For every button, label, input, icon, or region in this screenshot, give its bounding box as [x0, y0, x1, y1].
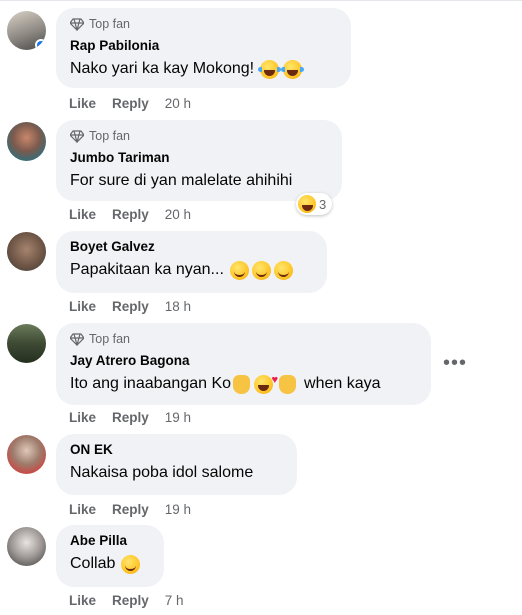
avatar[interactable]	[7, 122, 46, 161]
reaction-summary[interactable]: 3	[296, 193, 333, 215]
reply-button[interactable]: Reply	[112, 299, 149, 314]
comment-text: Nakaisa poba idol salome	[70, 462, 283, 484]
comment-text-content: Ito ang inaabangan Ko	[70, 375, 232, 392]
comment-author[interactable]: Jumbo Tariman	[70, 150, 328, 166]
thumbs-up-emoji-icon	[233, 374, 251, 394]
reply-button[interactable]: Reply	[112, 502, 149, 517]
comment-actions: Like Reply 18 h	[69, 298, 191, 314]
diamond-icon	[70, 18, 84, 31]
comment-text-content: Nakaisa poba idol salome	[70, 464, 254, 481]
avatar[interactable]	[7, 232, 46, 271]
avatar[interactable]	[7, 435, 46, 474]
grin-emoji-icon	[273, 260, 293, 280]
like-button[interactable]: Like	[69, 96, 96, 111]
comment-actions: Like Reply 19 h	[69, 409, 191, 425]
comment-author[interactable]: Boyet Galvez	[70, 239, 313, 255]
comment-actions: Like Reply 19 h	[69, 501, 191, 517]
reaction-count: 3	[319, 196, 327, 212]
reply-button[interactable]: Reply	[112, 207, 149, 222]
comment-actions: Like Reply 7 h	[69, 592, 184, 608]
like-button[interactable]: Like	[69, 207, 96, 222]
top-fan-label: Top fan	[89, 332, 131, 346]
reply-button[interactable]: Reply	[112, 593, 149, 608]
comment-text-content: For sure di yan malelate ahihihi	[70, 172, 293, 189]
top-fan-badge: Top fan	[70, 16, 337, 32]
like-button[interactable]: Like	[69, 593, 96, 608]
comment-text: Nako yari ka kay Mokong!	[70, 58, 337, 80]
comment-author[interactable]: Jay Atrero Bagona	[70, 353, 417, 369]
more-options-icon[interactable]: •••	[443, 352, 466, 374]
comment-timestamp[interactable]: 20 h	[165, 207, 191, 222]
comment-bubble: Top fan Jay Atrero Bagona Ito ang inaaba…	[56, 323, 431, 405]
smile-emoji-icon	[121, 554, 141, 574]
avatar[interactable]	[7, 324, 46, 363]
comment-timestamp[interactable]: 19 h	[165, 410, 191, 425]
comment-actions: Like Reply 20 h	[69, 206, 191, 222]
comment-text-content: when kaya	[304, 375, 381, 392]
joy-emoji-icon	[258, 59, 282, 79]
like-button[interactable]: Like	[69, 299, 96, 314]
comment-bubble: Top fan Rap Pabilonia Nako yari ka kay M…	[56, 8, 351, 88]
comment-text: Papakitaan ka nyan...	[70, 259, 313, 281]
diamond-icon	[70, 333, 84, 346]
top-fan-label: Top fan	[89, 129, 131, 143]
top-fan-label: Top fan	[89, 17, 131, 31]
comment-bubble: Top fan Jumbo Tariman For sure di yan ma…	[56, 120, 342, 201]
ok-hand-emoji-icon	[279, 374, 297, 394]
haha-reaction-icon	[298, 195, 316, 213]
comment-actions: Like Reply 20 h	[69, 95, 191, 111]
comment-bubble: Boyet Galvez Papakitaan ka nyan...	[56, 231, 327, 293]
like-button[interactable]: Like	[69, 410, 96, 425]
comment-timestamp[interactable]: 19 h	[165, 502, 191, 517]
comment-author[interactable]: ON EK	[70, 442, 283, 458]
top-divider	[0, 0, 522, 1]
comment-author[interactable]: Rap Pabilonia	[70, 38, 337, 54]
comment-timestamp[interactable]: 20 h	[165, 96, 191, 111]
comment-timestamp[interactable]: 7 h	[165, 593, 184, 608]
comment-text-content: Papakitaan ka nyan...	[70, 261, 224, 278]
top-fan-badge: Top fan	[70, 128, 328, 144]
verified-badge-icon	[35, 39, 46, 50]
top-fan-badge: Top fan	[70, 331, 417, 347]
comment-text-content: Nako yari ka kay Mokong!	[70, 60, 255, 77]
grin-emoji-icon	[229, 260, 249, 280]
joy-emoji-icon	[281, 59, 305, 79]
comment-text: Collab	[70, 553, 150, 575]
avatar[interactable]	[7, 527, 46, 566]
comment-timestamp[interactable]: 18 h	[165, 299, 191, 314]
comment-text: Ito ang inaabangan Ko when kaya	[70, 369, 417, 395]
comment-text-content: Collab	[70, 555, 116, 572]
comment-author[interactable]: Abe Pilla	[70, 533, 150, 549]
reply-button[interactable]: Reply	[112, 410, 149, 425]
reply-button[interactable]: Reply	[112, 96, 149, 111]
grin-emoji-icon	[251, 260, 271, 280]
avatar[interactable]	[7, 11, 46, 50]
like-button[interactable]: Like	[69, 502, 96, 517]
comment-bubble: Abe Pilla Collab	[56, 525, 164, 587]
love-face-emoji-icon	[254, 369, 278, 394]
comment-text: For sure di yan malelate ahihihi	[70, 170, 328, 192]
comment-bubble: ON EK Nakaisa poba idol salome	[56, 434, 297, 495]
diamond-icon	[70, 130, 84, 143]
